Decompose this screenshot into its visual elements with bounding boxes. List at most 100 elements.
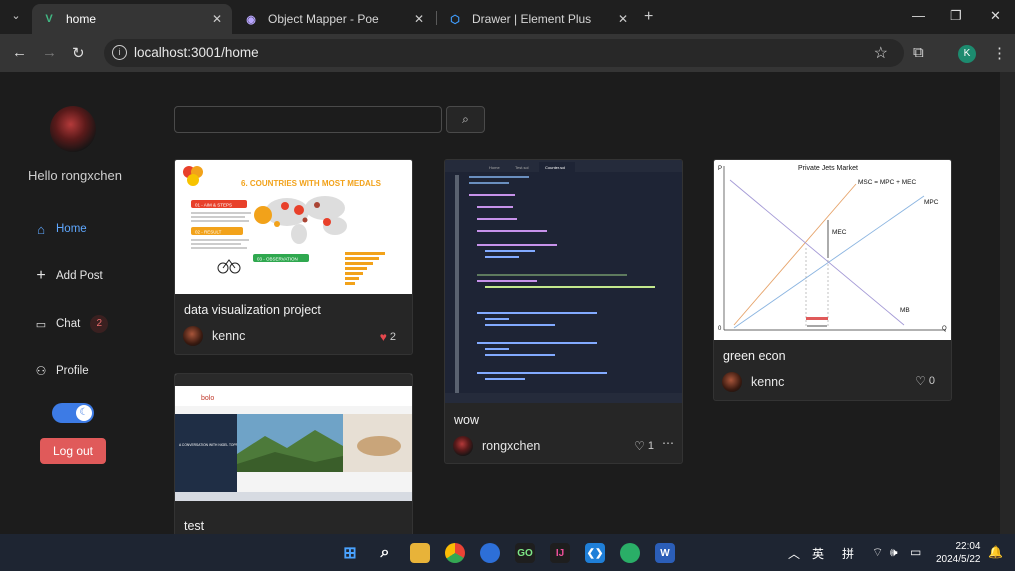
site-info-icon[interactable]: i	[112, 45, 127, 60]
tray-chevron-icon[interactable]: ︿	[788, 545, 800, 562]
system-clock[interactable]: 22:04 2024/5/22	[936, 540, 981, 566]
svg-text:MSC = MPC + MEC: MSC = MPC + MEC	[858, 179, 916, 186]
notification-bell-icon[interactable]: 🔔	[988, 545, 1003, 559]
plus-icon: +	[36, 267, 46, 284]
tab-element-plus[interactable]: ⬡ Drawer | Element Plus ✕	[438, 4, 638, 34]
svg-text:03 - OBSERVATION: 03 - OBSERVATION	[257, 257, 298, 262]
close-tab-icon[interactable]: ✕	[618, 12, 628, 26]
post-thumbnail: 6. COUNTRIES WITH MOST MEDALS 01 - AIM &…	[175, 160, 412, 294]
post-author[interactable]: kennc	[183, 326, 245, 346]
code-editor-image: Home Test.sol Counter.sol	[445, 160, 682, 403]
tab-title: Drawer | Element Plus	[472, 12, 592, 26]
window-close-icon[interactable]: ✕	[990, 8, 1001, 24]
chrome-icon[interactable]	[445, 543, 465, 563]
reload-icon[interactable]: ↻	[72, 44, 85, 62]
infographic-image: 6. COUNTRIES WITH MOST MEDALS 01 - AIM &…	[183, 166, 385, 285]
author-avatar	[453, 436, 473, 456]
page-scrollbar[interactable]	[1000, 72, 1015, 534]
post-card[interactable]: Private Jets Market P 0 Q MSC = MPC + ME…	[713, 159, 952, 401]
like-count: 1	[647, 440, 654, 452]
user-avatar[interactable]	[50, 106, 96, 152]
post-card[interactable]: bolo A CONVERSATION WITH NIGEL TOPPING O…	[174, 373, 413, 534]
unread-badge: 2	[90, 315, 109, 333]
tab-search-icon[interactable]: ⌄	[8, 9, 24, 25]
tab-divider	[436, 11, 437, 25]
restore-icon[interactable]: ❐	[950, 8, 962, 24]
post-title[interactable]: data visualization project	[184, 303, 321, 317]
more-options-icon[interactable]: ⋯	[662, 436, 674, 450]
battery-icon[interactable]: ▭	[910, 545, 921, 559]
extensions-icon[interactable]: ⧉	[913, 44, 924, 61]
windows-start-icon[interactable]: ⊞	[340, 543, 360, 563]
post-author[interactable]: kennc	[722, 372, 784, 392]
sidebar-item-label: Home	[56, 223, 87, 235]
heart-filled-icon: ♥	[379, 330, 387, 344]
search-input[interactable]	[174, 106, 442, 133]
sidebar-item-add-post[interactable]: + Add Post	[34, 267, 103, 284]
post-title[interactable]: wow	[454, 413, 479, 427]
svg-text:0: 0	[718, 326, 722, 332]
tab-poe[interactable]: ◉ Object Mapper - Poe ✕	[234, 4, 434, 34]
author-name: rongxchen	[482, 439, 541, 453]
wifi-icon[interactable]: ⌔	[872, 545, 883, 560]
omnibox[interactable]: i localhost:3001/home ☆	[104, 39, 904, 67]
post-author[interactable]: rongxchen	[453, 436, 540, 456]
search-button[interactable]: ⌕	[446, 106, 485, 133]
like-count: 2	[389, 331, 396, 343]
intellij-icon[interactable]: IJ	[550, 543, 570, 563]
clock-time: 22:04	[955, 541, 981, 552]
post-thumbnail: bolo A CONVERSATION WITH NIGEL TOPPING O…	[175, 374, 412, 501]
volume-icon[interactable]: 🕪	[890, 545, 898, 560]
search-icon: ⌕	[462, 112, 469, 126]
wechat-icon[interactable]	[620, 543, 640, 563]
close-tab-icon[interactable]: ✕	[212, 12, 222, 26]
post-title[interactable]: green econ	[723, 349, 786, 363]
sidebar-item-label: Add Post	[56, 270, 103, 282]
post-card[interactable]: 6. COUNTRIES WITH MOST MEDALS 01 - AIM &…	[174, 159, 413, 355]
like-button[interactable]: ♡ 1	[634, 439, 654, 453]
like-button[interactable]: ♡ 0	[915, 374, 935, 388]
like-button[interactable]: ♥ 2	[380, 330, 396, 344]
post-title[interactable]: test	[184, 519, 204, 533]
svg-text:P: P	[718, 166, 722, 172]
heart-outline-icon: ♡	[634, 439, 645, 453]
theme-toggle[interactable]: ☾	[52, 403, 94, 423]
forward-icon[interactable]: →	[42, 44, 57, 61]
tab-home[interactable]: V home ✕	[32, 4, 232, 34]
goland-icon[interactable]: GO	[515, 543, 535, 563]
vscode-icon[interactable]: ❮❯	[585, 543, 605, 563]
file-explorer-icon[interactable]	[410, 543, 430, 563]
search-taskbar-icon[interactable]: ⌕	[375, 543, 395, 563]
new-tab-icon[interactable]: +	[644, 8, 653, 26]
bookmark-star-icon[interactable]: ☆	[874, 43, 888, 63]
profile-avatar[interactable]: K	[958, 45, 976, 63]
sidebar-item-profile[interactable]: ⚇ Profile	[34, 364, 89, 378]
greeting-text: Hello rongxchen	[28, 168, 122, 183]
logout-button[interactable]: Log out	[40, 438, 106, 464]
app-icon[interactable]	[480, 543, 500, 563]
svg-text:01 - AIM & STEPS: 01 - AIM & STEPS	[195, 203, 232, 208]
ime-mode-indicator[interactable]: 拼	[842, 545, 854, 562]
address-toolbar: ← → ↻ i localhost:3001/home ☆	[0, 34, 1015, 72]
svg-text:MPC: MPC	[924, 199, 939, 206]
sidebar-item-home[interactable]: ⌂ Home	[34, 222, 87, 237]
close-tab-icon[interactable]: ✕	[414, 12, 424, 26]
svg-text:02 - RESULT: 02 - RESULT	[195, 230, 222, 235]
back-icon[interactable]: ←	[12, 44, 27, 61]
browser-menu-icon[interactable]: ⋮	[992, 44, 1007, 62]
url-text[interactable]: localhost:3001/home	[134, 45, 259, 60]
ime-lang-indicator[interactable]: 英	[812, 545, 824, 562]
svg-text:Private Jets Market: Private Jets Market	[798, 165, 858, 172]
svg-text:bolo: bolo	[201, 395, 214, 402]
browser-tab-bar: ⌄ V home ✕ ◉ Object Mapper - Poe ✕ ⬡ Dra…	[0, 0, 1015, 34]
thumb-heading: 6. COUNTRIES WITH MOST MEDALS	[241, 179, 382, 188]
post-card[interactable]: Home Test.sol Counter.sol wow rongxchen …	[444, 159, 683, 464]
word-icon[interactable]: W	[655, 543, 675, 563]
clock-date: 2024/5/22	[936, 554, 981, 565]
author-avatar	[722, 372, 742, 392]
minimize-icon[interactable]: —	[912, 8, 925, 23]
sidebar-item-chat[interactable]: ▭ Chat 2	[34, 315, 109, 333]
econ-graph-image: Private Jets Market P 0 Q MSC = MPC + ME…	[718, 165, 947, 332]
svg-text:MB: MB	[900, 307, 910, 314]
vue-icon: V	[45, 13, 53, 25]
